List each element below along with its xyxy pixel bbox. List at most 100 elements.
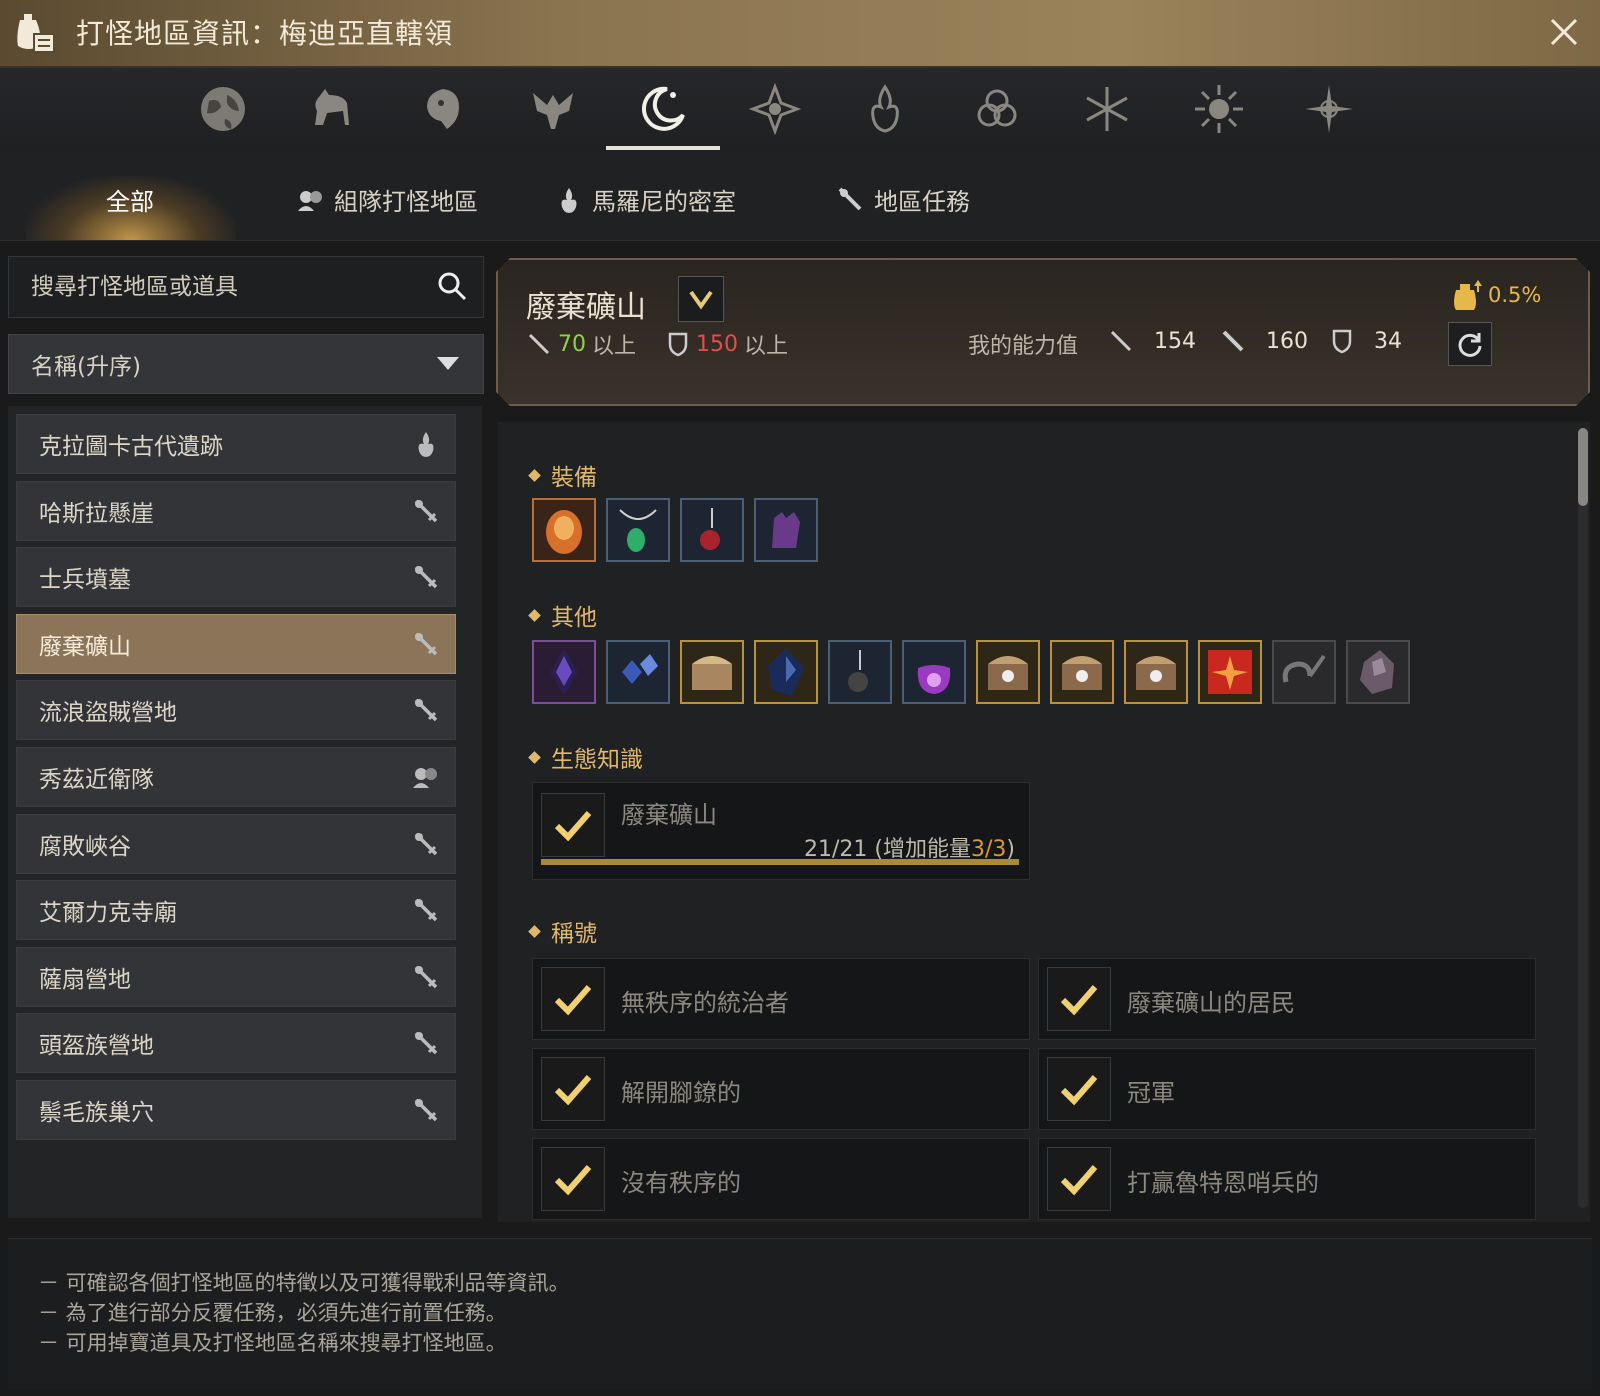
zone-list-item[interactable]: 艾爾力克寺廟 (16, 880, 456, 941)
refresh-button[interactable] (1448, 322, 1492, 366)
sort-selected-label: 名稱(升序) (31, 354, 141, 380)
orange-armor-item[interactable] (532, 498, 596, 562)
treasure-chest-item[interactable] (680, 640, 744, 704)
tab-all-label: 全部 (106, 188, 154, 216)
zone-list-item[interactable]: 鬃毛族巢穴 (16, 1080, 456, 1140)
zone-list-item[interactable]: 腐敗峽谷 (16, 813, 456, 874)
search-box (8, 256, 484, 318)
refresh-icon (1455, 329, 1485, 359)
window-title: 打怪地區資訊：梅迪亞直轄領 (76, 17, 454, 50)
black-stone-item[interactable] (754, 640, 818, 704)
required-ap-value: 70 (558, 331, 586, 357)
sort-dropdown[interactable]: 名稱(升序) (8, 334, 484, 394)
help-line: － 可用掉寶道具及打怪地區名稱來搜尋打怪地區。 (38, 1331, 507, 1355)
close-icon[interactable] (1542, 10, 1586, 54)
title-card[interactable]: 沒有秩序的 (532, 1138, 1030, 1220)
sunburst-icon[interactable] (1184, 76, 1254, 142)
zone-list-item[interactable]: 廢棄礦山 (16, 613, 456, 674)
zone-list-item[interactable]: 頭盔族營地 (16, 1013, 456, 1074)
purple-glove-item[interactable] (754, 498, 818, 562)
pouch-scroll-icon (17, 14, 55, 53)
ore-item[interactable] (1346, 640, 1410, 704)
chevron-down-icon (688, 288, 714, 310)
box-item-1[interactable] (976, 640, 1040, 704)
tab-party-zones[interactable]: 組隊打怪地區 (296, 182, 478, 217)
search-input[interactable] (29, 269, 423, 305)
box-item-2[interactable] (1050, 640, 1114, 704)
zone-list-item[interactable]: 士兵墳墓 (16, 547, 456, 608)
my-aap-value: 160 (1266, 328, 1308, 354)
knowledge-card[interactable]: 廢棄礦山 21/21 (增加能量3/3) (532, 782, 1030, 880)
red-earring-item[interactable] (680, 498, 744, 562)
quest-icon (411, 562, 441, 592)
zone-list-item-label: 流浪盜賊營地 (39, 700, 177, 727)
blue-crystals-item[interactable] (606, 640, 670, 704)
required-dp-suffix: 以上 (744, 334, 789, 359)
required-dp: 150 以上 (666, 328, 788, 360)
zone-list-item-label: 腐敗峽谷 (39, 833, 131, 860)
quest-icon (411, 1028, 441, 1058)
zone-list-item[interactable]: 薩扇營地 (16, 946, 456, 1007)
quest-icon (411, 695, 441, 725)
horse-icon[interactable] (296, 76, 366, 142)
zone-list-item-label: 克拉圖卡古代遺跡 (39, 434, 223, 460)
box-item-3[interactable] (1124, 640, 1188, 704)
red-book-item[interactable] (1198, 640, 1262, 704)
green-necklace-item[interactable] (606, 498, 670, 562)
zone-dropdown-button[interactable] (678, 276, 724, 322)
sword-icon (1108, 328, 1134, 354)
title-card[interactable]: 無秩序的統治者 (532, 958, 1030, 1040)
checkmark-icon (541, 1147, 605, 1211)
my-ap: 154 (1108, 328, 1196, 354)
zone-list-item-label: 士兵墳墓 (39, 567, 131, 594)
required-ap-suffix: 以上 (592, 334, 637, 359)
dark-hook-item[interactable] (1272, 640, 1336, 704)
tab-all[interactable]: 全部 (106, 182, 154, 217)
zone-list-item-label: 艾爾力克寺廟 (39, 900, 177, 927)
title-name: 沒有秩序的 (621, 1169, 741, 1197)
zone-list-item-label: 薩扇營地 (39, 966, 131, 993)
section-knowledge: 生態知識 (528, 740, 643, 774)
title-card[interactable]: 廢棄礦山的居民 (1038, 958, 1536, 1040)
star-emblem-icon[interactable] (740, 76, 810, 142)
title-name: 廢棄礦山的居民 (1127, 989, 1295, 1017)
quest-icon (838, 187, 862, 210)
zone-list-item[interactable]: 流浪盜賊營地 (16, 680, 456, 741)
section-others: 其他 (528, 598, 597, 632)
required-dp-value: 150 (696, 331, 738, 357)
search-icon[interactable] (435, 269, 469, 303)
flame-crest-icon[interactable] (850, 76, 920, 142)
help-line: － 為了進行部分反覆任務，必須先進行前置任務。 (38, 1301, 507, 1325)
sub-tab-bar: 全部 組隊打怪地區 馬羅尼的密室 地區任務 (0, 152, 1600, 241)
title-card[interactable]: 打贏魯特恩哨兵的 (1038, 1138, 1536, 1220)
title-card[interactable]: 冠軍 (1038, 1048, 1536, 1130)
globe-icon[interactable] (188, 76, 258, 142)
checkmark-icon (541, 967, 605, 1031)
wing-crest-icon[interactable] (518, 76, 588, 142)
title-card[interactable]: 解開腳鐐的 (532, 1048, 1030, 1130)
section-others-label: 其他 (551, 605, 597, 631)
zone-list-item[interactable]: 哈斯拉懸崖 (16, 480, 456, 541)
zone-list-item[interactable]: 秀茲近衛隊 (16, 747, 456, 807)
tab-maruni-room[interactable]: 馬羅尼的密室 (554, 182, 736, 217)
diamond-bullet-icon (528, 468, 541, 482)
tab-region-quests[interactable]: 地區任務 (836, 182, 970, 217)
scrollbar[interactable] (1578, 428, 1588, 1208)
snowflake-icon[interactable] (1072, 76, 1142, 142)
dark-earring-item[interactable] (828, 640, 892, 704)
compass-star-icon[interactable] (1294, 76, 1364, 142)
knowledge-progress-bar (541, 859, 1019, 865)
purple-pouch-item[interactable] (902, 640, 966, 704)
quest-icon (411, 962, 441, 992)
zone-name: 廢棄礦山 (526, 290, 646, 325)
lion-icon[interactable] (408, 76, 478, 142)
triquetra-icon[interactable] (962, 76, 1032, 142)
purple-crystal-item[interactable] (532, 640, 596, 704)
zone-list-item[interactable]: 克拉圖卡古代遺跡 (16, 414, 456, 474)
crescent-moon-icon[interactable] (606, 76, 720, 150)
tab-maruni-label: 馬羅尼的密室 (592, 188, 736, 216)
title-name: 冠軍 (1127, 1079, 1175, 1107)
required-ap: 70 以上 (526, 328, 636, 360)
section-equipment-label: 裝備 (551, 465, 597, 491)
scrollbar-thumb[interactable] (1578, 428, 1588, 506)
